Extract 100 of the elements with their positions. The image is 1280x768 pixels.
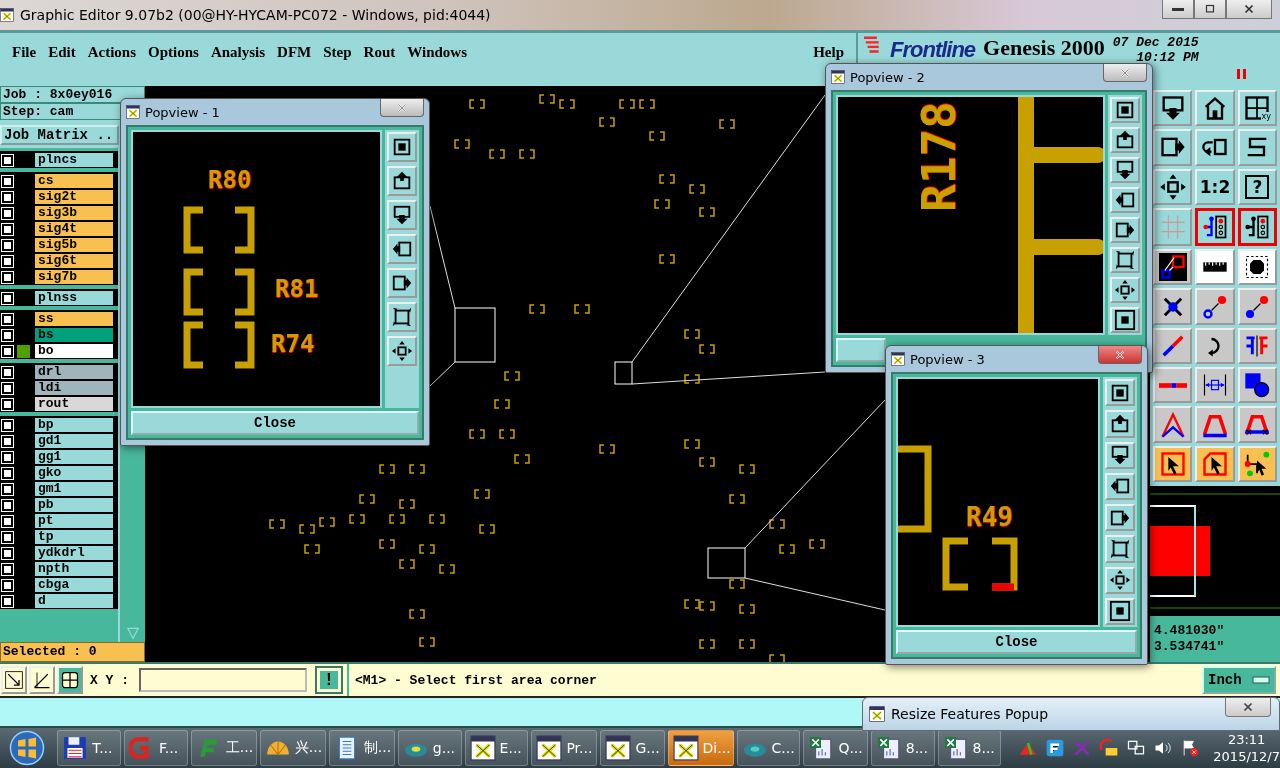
view-button[interactable]	[387, 166, 417, 196]
layer-name[interactable]: cs	[34, 173, 114, 189]
alert-button[interactable]: !	[315, 666, 343, 694]
menu-item[interactable]: DFM	[271, 44, 318, 61]
view-button[interactable]	[1110, 97, 1140, 123]
layer-name[interactable]: sig7b	[34, 269, 114, 285]
layer-checkbox[interactable]	[1, 434, 14, 448]
close-button[interactable]	[380, 99, 424, 117]
taskbar-item[interactable]: T...	[57, 730, 122, 766]
layer-checkbox[interactable]	[1, 153, 14, 167]
layer-checkbox[interactable]	[1, 578, 14, 592]
layer-name[interactable]: pb	[34, 497, 114, 513]
units-dropdown[interactable]: Inch	[1202, 666, 1276, 694]
menu-item[interactable]: Rout	[357, 44, 402, 61]
view-button[interactable]	[387, 336, 417, 366]
taskbar-item[interactable]: C...	[736, 730, 801, 766]
layer-name[interactable]: rout	[34, 396, 114, 412]
view-button[interactable]	[387, 302, 417, 332]
layer-checkbox[interactable]	[1, 498, 14, 512]
close-button[interactable]: Close	[131, 411, 419, 435]
layer-name[interactable]: sig4t	[34, 221, 114, 237]
layer-checkbox[interactable]	[1, 190, 14, 204]
view-button[interactable]	[1110, 247, 1140, 273]
view-button[interactable]	[1105, 379, 1135, 407]
view-button[interactable]	[1105, 472, 1135, 500]
view-button[interactable]	[1105, 410, 1135, 438]
close-button[interactable]	[1226, 0, 1272, 19]
layer-name[interactable]: gm1	[34, 481, 114, 497]
taskbar-item[interactable]: Pr...	[531, 730, 598, 766]
menu-item[interactable]: Options	[142, 44, 205, 61]
layer-name[interactable]: sig6t	[34, 253, 114, 269]
layer-checkbox[interactable]	[1, 206, 14, 220]
menu-item[interactable]: File	[6, 44, 43, 61]
layer-name[interactable]: sig2t	[34, 189, 114, 205]
tool-button[interactable]	[1237, 207, 1277, 247]
layer-checkbox[interactable]	[1, 450, 14, 464]
layer-checkbox[interactable]	[1, 397, 14, 411]
layer-checkbox[interactable]	[1, 291, 14, 305]
view-button[interactable]	[1105, 535, 1135, 563]
layer-name[interactable]: plncs	[34, 152, 114, 168]
tool-button[interactable]	[1195, 207, 1235, 247]
layer-name[interactable]: gg1	[34, 449, 114, 465]
close-button[interactable]: Close	[896, 630, 1137, 654]
help-menu[interactable]: Help	[807, 44, 850, 61]
layer-name[interactable]: bs	[34, 327, 114, 343]
layer-name[interactable]: bp	[34, 417, 114, 433]
layer-checkbox[interactable]	[1, 381, 14, 395]
layer-checkbox[interactable]	[1, 254, 14, 268]
view-button[interactable]	[1105, 566, 1135, 594]
menu-item[interactable]: Windows	[401, 44, 473, 61]
layer-checkbox[interactable]	[1, 238, 14, 252]
layer-checkbox[interactable]	[1, 530, 14, 544]
taskbar-item[interactable]: Q...	[803, 730, 868, 766]
view-button[interactable]	[387, 200, 417, 230]
layer-checkbox[interactable]	[1, 344, 14, 358]
layer-name[interactable]: tp	[34, 529, 114, 545]
layer-name[interactable]: ldi	[34, 380, 114, 396]
taskbar-item[interactable]: E...	[464, 730, 529, 766]
taskbar-item[interactable]: G...	[600, 730, 665, 766]
menu-item[interactable]: Analysis	[204, 44, 272, 61]
layer-name[interactable]: ss	[34, 311, 114, 327]
maximize-button[interactable]	[1194, 0, 1226, 19]
layer-checkbox[interactable]	[1, 328, 14, 342]
layer-name[interactable]: drl	[34, 364, 114, 380]
view-button[interactable]	[387, 234, 417, 264]
layer-checkbox[interactable]	[1, 270, 14, 284]
taskbar-item[interactable]: 制...	[328, 730, 395, 766]
layer-checkbox[interactable]	[1, 418, 14, 432]
layer-name[interactable]: gd1	[34, 433, 114, 449]
close-button[interactable]	[1103, 64, 1147, 82]
close-button[interactable]	[1098, 346, 1142, 364]
layer-checkbox[interactable]	[1, 365, 14, 379]
tool-button[interactable]: xy	[1237, 90, 1277, 127]
layer-checkbox[interactable]	[1, 174, 14, 188]
view-button[interactable]	[387, 132, 417, 162]
layer-checkbox[interactable]	[1, 312, 14, 326]
layer-checkbox[interactable]	[1, 466, 14, 480]
layer-checkbox[interactable]	[1, 222, 14, 236]
layer-checkbox[interactable]	[1, 546, 14, 560]
layer-name[interactable]: gko	[34, 465, 114, 481]
xy-input[interactable]	[139, 668, 307, 692]
layer-name[interactable]: cbga	[34, 577, 114, 593]
view-button[interactable]	[1110, 307, 1140, 333]
layer-name[interactable]: bo	[34, 343, 114, 359]
view-button[interactable]	[1110, 277, 1140, 303]
view-button[interactable]	[1105, 504, 1135, 532]
view-button[interactable]	[1110, 187, 1140, 213]
view-button[interactable]	[1105, 597, 1135, 625]
view-button[interactable]	[387, 268, 417, 298]
view-button[interactable]	[1110, 127, 1140, 153]
layer-checkbox[interactable]	[1, 514, 14, 528]
job-matrix-button[interactable]: Job Matrix ..	[0, 125, 119, 145]
menu-item[interactable]: Actions	[81, 44, 142, 61]
view-button[interactable]	[1105, 441, 1135, 469]
layer-name[interactable]: d	[34, 593, 114, 609]
layer-checkbox[interactable]	[1, 562, 14, 576]
layer-checkbox[interactable]	[1, 594, 14, 608]
taskbar-item[interactable]: 兴...	[259, 730, 326, 766]
layer-name[interactable]: pt	[34, 513, 114, 529]
menu-item[interactable]: Step	[317, 44, 358, 61]
